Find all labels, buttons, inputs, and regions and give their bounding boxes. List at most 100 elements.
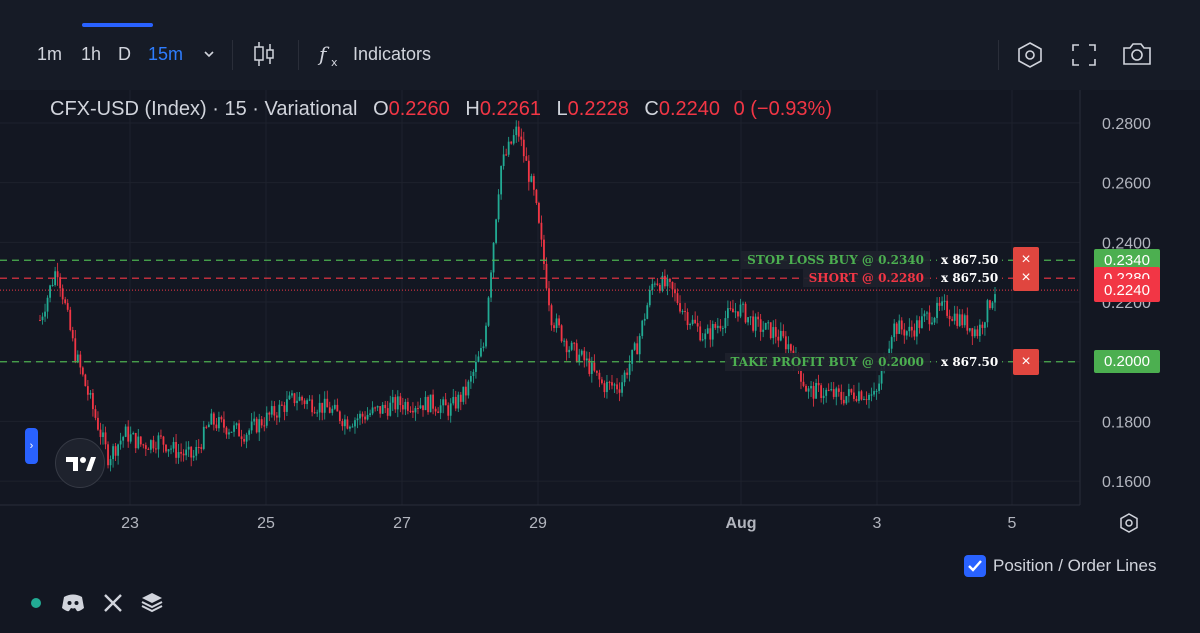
candle-body — [968, 328, 971, 331]
candle-body — [142, 444, 145, 446]
close-value: 0.2240 — [658, 98, 721, 120]
candle-body — [459, 394, 462, 402]
candle-body — [550, 305, 553, 326]
position-lines-checkbox[interactable] — [964, 555, 986, 577]
candle-body — [223, 419, 225, 428]
candle-body — [769, 322, 772, 339]
candle-body — [729, 308, 732, 310]
candle-body — [467, 381, 470, 396]
candle-body — [802, 381, 805, 386]
candle-body — [439, 405, 442, 413]
timeframe-15m[interactable]: 15m — [148, 44, 183, 65]
candle-body — [686, 312, 689, 326]
candle-body — [709, 328, 712, 340]
candle-body — [59, 277, 62, 289]
candle-body — [943, 300, 946, 302]
fullscreen-icon[interactable] — [1070, 42, 1098, 68]
x-twitter-icon[interactable] — [103, 593, 123, 613]
low-value: 0.2228 — [567, 98, 629, 120]
indicators-button[interactable]: Indicators — [353, 44, 431, 65]
candle-body — [588, 358, 591, 374]
candle-body — [404, 401, 407, 410]
candle-body — [137, 436, 140, 449]
candle-body — [117, 444, 120, 456]
candlestick-chart[interactable]: 0.28000.26000.24000.22000.20000.18000.16… — [0, 90, 1200, 580]
candle-body — [291, 393, 293, 396]
candle-body — [691, 319, 694, 324]
candle-body — [628, 363, 631, 375]
candle-body — [144, 445, 147, 449]
function-fx-icon[interactable]: f x — [317, 41, 343, 69]
candle-body — [774, 327, 777, 337]
candle-body — [321, 402, 324, 413]
candle-body — [338, 411, 341, 422]
candle-body — [676, 293, 679, 304]
candle-body — [782, 330, 785, 337]
candle-body — [845, 396, 848, 404]
candle-body — [190, 446, 193, 458]
candle-body — [976, 329, 979, 337]
candle-body — [238, 423, 240, 437]
candle-body — [721, 328, 724, 330]
candle-body — [517, 126, 520, 137]
tradingview-logo-icon[interactable] — [55, 438, 105, 488]
candle-body — [568, 349, 571, 353]
candlestick-chart-icon[interactable] — [252, 40, 276, 68]
candle-body — [469, 376, 472, 382]
candle-body — [109, 459, 112, 466]
cancel-order-close-icon[interactable]: × — [1013, 348, 1039, 375]
candle-body — [558, 318, 560, 326]
candle-body — [641, 320, 644, 336]
candle-body — [245, 434, 248, 442]
candle-body — [414, 408, 417, 413]
candle-body — [863, 399, 865, 401]
price-chart[interactable]: 0.28000.26000.24000.22000.20000.18000.16… — [0, 90, 1200, 580]
candle-body — [442, 399, 445, 406]
candle-body — [908, 326, 911, 332]
candle-body — [243, 438, 246, 442]
cancel-order-close-icon[interactable]: × — [1013, 265, 1039, 292]
timeframe-d[interactable]: D — [118, 44, 131, 65]
candle-body — [165, 444, 167, 452]
time-axis-label: 23 — [121, 515, 139, 532]
candle-body — [664, 275, 666, 287]
settings-hexagon-icon[interactable] — [1015, 40, 1045, 70]
discord-icon[interactable] — [60, 592, 86, 614]
candle-body — [671, 281, 674, 290]
svg-text:x: x — [331, 56, 338, 69]
chevron-down-icon[interactable] — [202, 47, 216, 61]
candle-body — [495, 219, 497, 243]
layers-icon[interactable] — [140, 591, 164, 613]
candle-body — [757, 316, 760, 320]
candle-body — [548, 288, 550, 306]
axis-settings-icon[interactable] — [1118, 512, 1140, 534]
candle-body — [134, 433, 137, 449]
candle-body — [331, 408, 334, 413]
candle-body — [822, 395, 825, 398]
candle-body — [613, 384, 616, 386]
order-label[interactable]: SHORT @ 0.2280 — [802, 269, 930, 288]
order-label[interactable]: TAKE PROFIT BUY @ 0.2000 — [724, 352, 930, 371]
timeframe-1h[interactable]: 1h — [81, 44, 101, 65]
candle-body — [482, 346, 485, 349]
order-label[interactable]: STOP LOSS BUY @ 0.2340 — [741, 251, 930, 270]
candle-body — [747, 317, 749, 323]
time-axis-label: 25 — [257, 515, 275, 532]
candle-body — [374, 407, 377, 409]
candle-body — [810, 386, 812, 389]
timeframe-1m[interactable]: 1m — [37, 44, 62, 65]
candle-body — [94, 409, 97, 418]
candle-body — [255, 418, 258, 433]
expand-panel-chevron-icon[interactable]: › — [25, 428, 38, 464]
candle-body — [910, 326, 913, 331]
candle-body — [669, 278, 671, 282]
candle-body — [860, 391, 863, 400]
candle-body — [590, 362, 593, 374]
candle-body — [167, 449, 170, 452]
camera-snapshot-icon[interactable] — [1120, 40, 1154, 68]
candle-body — [323, 398, 326, 413]
candle-body — [608, 381, 611, 383]
candle-body — [578, 354, 581, 362]
candle-body — [827, 389, 830, 391]
candle-body — [447, 405, 450, 416]
